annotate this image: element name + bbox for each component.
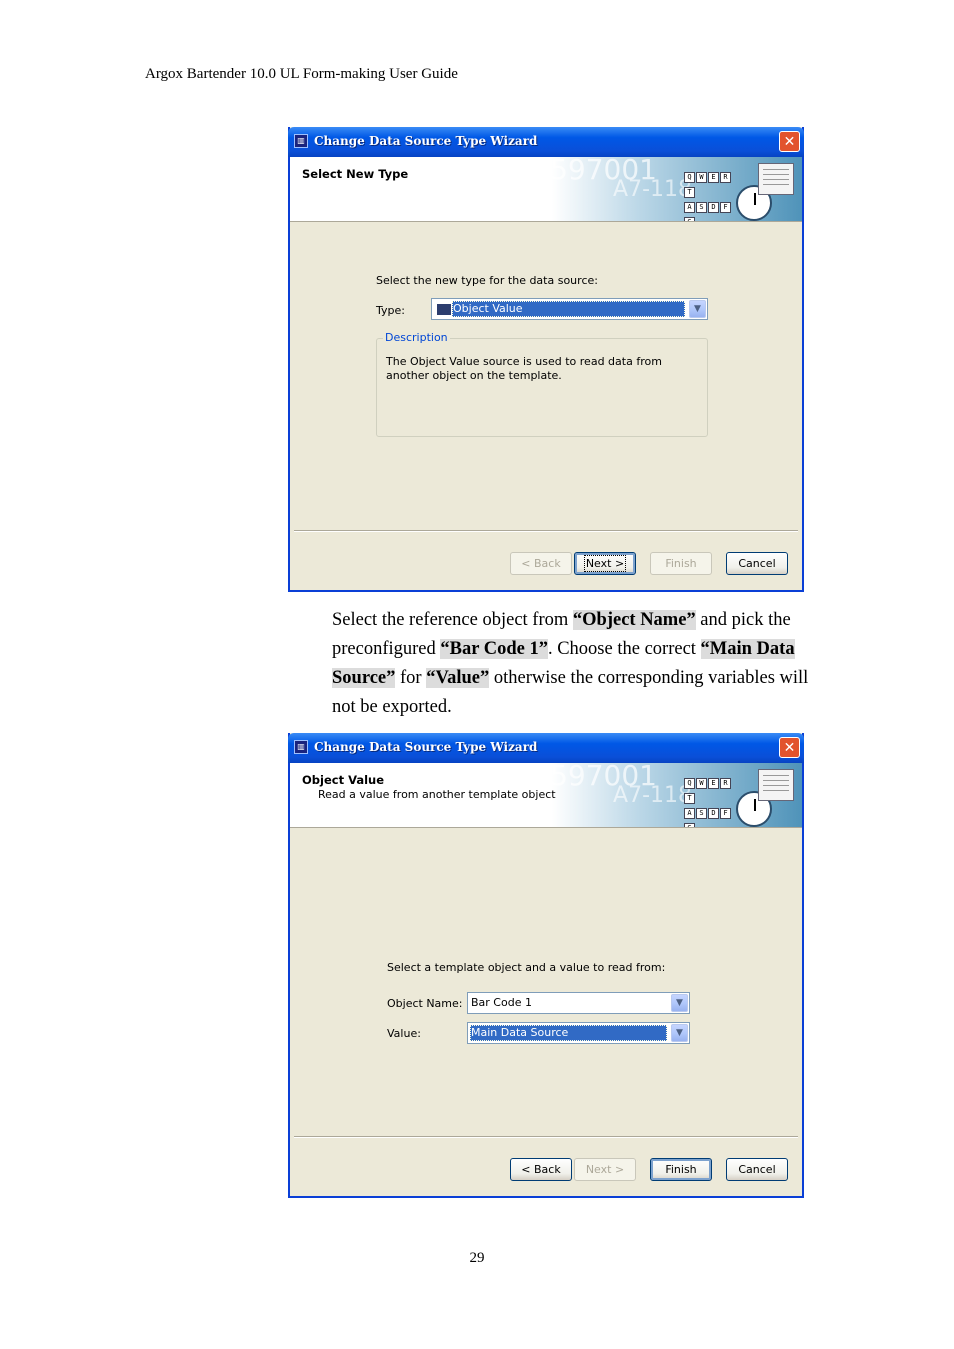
document-icon	[758, 163, 794, 195]
highlight-bar-code: “Bar Code 1”	[440, 639, 548, 659]
object-name-label: Object Name:	[387, 997, 463, 1010]
dialog-title: Change Data Source Type Wizard	[314, 740, 538, 754]
object-name-value: Bar Code 1	[471, 996, 532, 1009]
title-bar[interactable]: ▥ Change Data Source Type Wizard ✕	[288, 733, 804, 763]
running-header: Argox Bartender 10.0 UL Form-making User…	[145, 66, 458, 82]
value-dropdown-value: Main Data Source	[470, 1025, 667, 1041]
cancel-button[interactable]: Cancel	[726, 552, 788, 575]
chevron-down-icon[interactable]: ▼	[689, 300, 706, 318]
close-icon: ✕	[783, 134, 796, 150]
wizard-banner: 3597001 A7-118 Q W E RT A S D FG Object Value R…	[290, 763, 802, 828]
description-title: Description	[383, 331, 450, 344]
instruction-text: Select a template object and a value to …	[387, 961, 666, 974]
app-icon: ▥	[294, 134, 308, 148]
footer-separator	[294, 1136, 798, 1138]
document-icon	[758, 769, 794, 801]
type-dropdown-value: Object Value	[452, 301, 685, 317]
description-group: Description The Object Value source is u…	[376, 331, 708, 437]
description-text: The Object Value source is used to read …	[386, 355, 662, 382]
close-button[interactable]: ✕	[779, 737, 800, 758]
wizard-body: Select a template object and a value to …	[290, 828, 802, 1197]
keyboard-icon: Q W E RT A S D FG	[684, 169, 740, 221]
data-source-icon	[436, 303, 452, 316]
close-button[interactable]: ✕	[779, 131, 800, 152]
instruction-paragraph: Select the reference object from “Object…	[332, 610, 809, 717]
keyboard-icon: Q W E RT A S D FG	[684, 775, 740, 827]
wizard-step-heading: Select New Type	[302, 167, 409, 181]
wizard-dialog-object-value: ▥ Change Data Source Type Wizard ✕ 35970…	[288, 733, 804, 1198]
banner-art-code: A7-118	[613, 783, 692, 808]
wizard-banner: 3597001 A7-118 Q W E RT A S D FG Select New Typ…	[290, 157, 802, 222]
finish-button[interactable]: Finish	[650, 1158, 712, 1181]
highlight-value: “Value”	[426, 668, 490, 688]
type-label: Type:	[376, 304, 405, 317]
back-button[interactable]: < Back	[510, 1158, 572, 1181]
wizard-step-heading: Object Value	[302, 773, 385, 787]
type-dropdown[interactable]: Object Value ▼	[431, 298, 708, 320]
finish-button[interactable]: Finish	[650, 552, 712, 575]
wizard-step-subheading: Read a value from another template objec…	[318, 788, 556, 801]
highlight-object-name: “Object Name”	[572, 610, 696, 630]
page-number: 29	[469, 1250, 485, 1266]
instruction-text: Select the new type for the data source:	[376, 274, 598, 287]
back-button[interactable]: < Back	[510, 552, 572, 575]
dialog-title: Change Data Source Type Wizard	[314, 134, 538, 148]
object-name-dropdown[interactable]: Bar Code 1 ▼	[467, 992, 690, 1014]
next-button[interactable]: Next >	[574, 1158, 636, 1181]
chevron-down-icon[interactable]: ▼	[671, 1024, 688, 1042]
banner-art-code: A7-118	[613, 177, 692, 202]
app-icon: ▥	[294, 740, 308, 754]
wizard-dialog-select-type: ▥ Change Data Source Type Wizard ✕ 35970…	[288, 127, 804, 592]
close-icon: ✕	[783, 740, 796, 756]
chevron-down-icon[interactable]: ▼	[671, 994, 688, 1012]
title-bar[interactable]: ▥ Change Data Source Type Wizard ✕	[288, 127, 804, 157]
value-dropdown[interactable]: Main Data Source ▼	[467, 1022, 690, 1044]
wizard-body: Select the new type for the data source:…	[290, 222, 802, 591]
cancel-button[interactable]: Cancel	[726, 1158, 788, 1181]
value-label: Value:	[387, 1027, 421, 1040]
next-button[interactable]: Next >	[574, 552, 636, 575]
footer-separator	[294, 530, 798, 532]
